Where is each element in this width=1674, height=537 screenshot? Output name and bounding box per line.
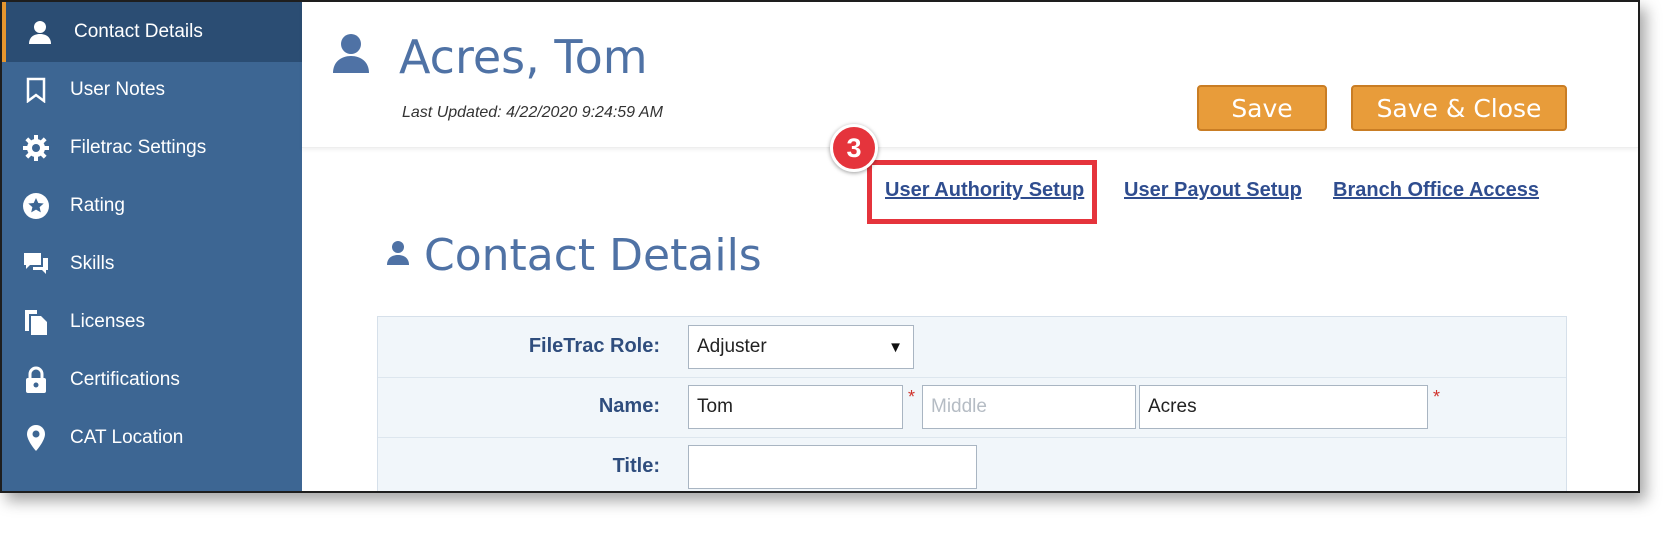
save-button[interactable]: Save xyxy=(1197,85,1327,131)
gear-icon xyxy=(22,134,50,162)
sidebar-item-label: Certifications xyxy=(70,369,180,390)
role-select[interactable]: Adjuster ▼ xyxy=(688,325,914,369)
sidebar-item-label: Licenses xyxy=(70,311,145,332)
lock-icon xyxy=(22,366,50,394)
sidebar-item-contact-details[interactable]: Contact Details xyxy=(2,2,302,62)
app-window: Contact Details User Notes Filetrac Sett… xyxy=(0,0,1640,493)
last-updated: Last Updated: 4/22/2020 9:24:59 AM xyxy=(402,104,663,121)
page-title: Acres, Tom xyxy=(399,30,648,84)
save-close-button[interactable]: Save & Close xyxy=(1351,85,1567,131)
documents-icon xyxy=(22,308,50,336)
sidebar-item-label: Contact Details xyxy=(74,21,203,42)
branch-office-access-link[interactable]: Branch Office Access xyxy=(1333,179,1539,202)
form-row-title: Title: xyxy=(378,437,1566,491)
form-row-role: FileTrac Role: Adjuster ▼ xyxy=(378,317,1566,378)
person-icon xyxy=(26,18,54,46)
sidebar-item-user-notes[interactable]: User Notes xyxy=(2,60,302,120)
sidebar-item-skills[interactable]: Skills xyxy=(2,234,302,294)
sidebar-item-certifications[interactable]: Certifications xyxy=(2,350,302,410)
title-field[interactable] xyxy=(688,445,977,489)
chat-bubbles-icon xyxy=(22,250,50,278)
contact-icon xyxy=(332,32,370,79)
map-pin-icon xyxy=(22,424,50,452)
required-asterisk: * xyxy=(1433,387,1441,407)
title-label: Title: xyxy=(612,455,660,477)
middle-name-field[interactable]: Middle xyxy=(922,385,1136,429)
chevron-down-icon: ▼ xyxy=(888,339,903,356)
required-asterisk: * xyxy=(908,387,916,407)
role-select-value: Adjuster xyxy=(697,336,767,357)
sidebar-item-cat-location[interactable]: CAT Location xyxy=(2,408,302,468)
first-name-field[interactable]: Tom xyxy=(688,385,903,429)
section-person-icon xyxy=(386,240,410,271)
sidebar-item-label: User Notes xyxy=(70,79,166,100)
sidebar-item-label: Skills xyxy=(70,253,115,274)
user-authority-setup-link[interactable]: User Authority Setup xyxy=(885,179,1084,202)
sidebar-item-label: Filetrac Settings xyxy=(70,137,207,158)
role-label: FileTrac Role: xyxy=(528,335,660,357)
section-title: Contact Details xyxy=(424,230,762,281)
bookmark-icon xyxy=(22,76,50,104)
star-icon xyxy=(22,192,50,220)
sidebar-item-licenses[interactable]: Licenses xyxy=(2,292,302,352)
name-label: Name: xyxy=(598,395,660,417)
user-payout-setup-link[interactable]: User Payout Setup xyxy=(1124,179,1302,202)
contact-form: FileTrac Role: Adjuster ▼ Name: Tom * Mi… xyxy=(377,316,1567,491)
last-name-field[interactable]: Acres xyxy=(1139,385,1428,429)
sidebar-item-label: Rating xyxy=(70,195,125,216)
form-row-name: Name: Tom * Middle Acres * xyxy=(378,377,1566,438)
sidebar-item-filetrac-settings[interactable]: Filetrac Settings xyxy=(2,118,302,178)
sidebar: Contact Details User Notes Filetrac Sett… xyxy=(2,2,302,491)
sidebar-item-label: CAT Location xyxy=(70,427,184,448)
sidebar-item-rating[interactable]: Rating xyxy=(2,176,302,236)
step-badge: 3 xyxy=(830,124,878,172)
